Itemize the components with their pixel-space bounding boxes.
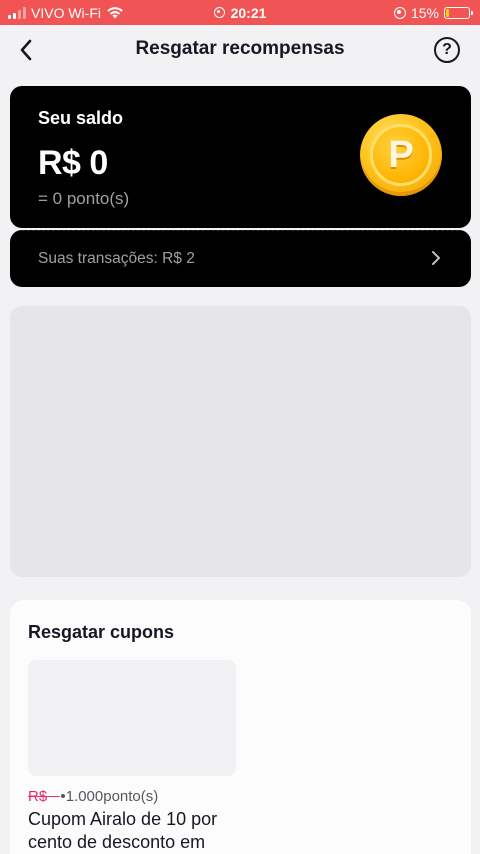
coupons-title: Resgatar cupons <box>28 622 175 642</box>
coupon-points-price: 1.000ponto(s) <box>65 788 159 805</box>
chevron-right-icon <box>432 251 440 265</box>
points-coin-icon: P <box>360 114 442 196</box>
balance-points: = 0 ponto(s) <box>38 189 130 208</box>
coupons-section: Resgatar cupons R$ 1.000ponto(s) Cupom A… <box>10 600 471 854</box>
battery-percent: 15% <box>410 4 439 21</box>
balance-label: Seu saldo <box>38 108 124 128</box>
page-header: Resgatar recompensas ? <box>0 25 480 75</box>
balance-amount: R$ 0 <box>38 144 108 182</box>
status-right: 15% <box>393 0 473 25</box>
separator-dot <box>60 794 65 799</box>
help-button[interactable]: ? <box>434 37 460 63</box>
status-time: 20:21 <box>230 4 267 21</box>
orientation-lock-icon <box>393 6 406 19</box>
coin-letter: P <box>370 124 432 186</box>
battery-fill <box>446 8 450 17</box>
balance-card: Seu saldo R$ 0 = 0 ponto(s) P <box>10 86 471 228</box>
battery-icon <box>444 6 473 19</box>
transactions-label: Suas transações: R$ 2 <box>38 250 195 267</box>
coupon-name[interactable]: Cupom Airalo de 10 por cento de desconto… <box>28 808 238 854</box>
screen-record-icon <box>213 7 225 18</box>
status-bar: VIVO Wi-Fi 20:21 15% <box>0 0 480 25</box>
coupon-old-price: R$ <box>28 788 48 805</box>
page-title: Resgatar recompensas <box>135 38 345 59</box>
strike-line <box>47 788 60 805</box>
promo-banner-placeholder[interactable] <box>10 306 471 577</box>
coupon-price: R$ 1.000ponto(s) <box>28 788 158 805</box>
transactions-link[interactable]: Suas transações: R$ 2 <box>10 230 471 287</box>
help-circle-icon: ? <box>442 41 452 58</box>
coupon-image-placeholder[interactable] <box>28 660 236 776</box>
